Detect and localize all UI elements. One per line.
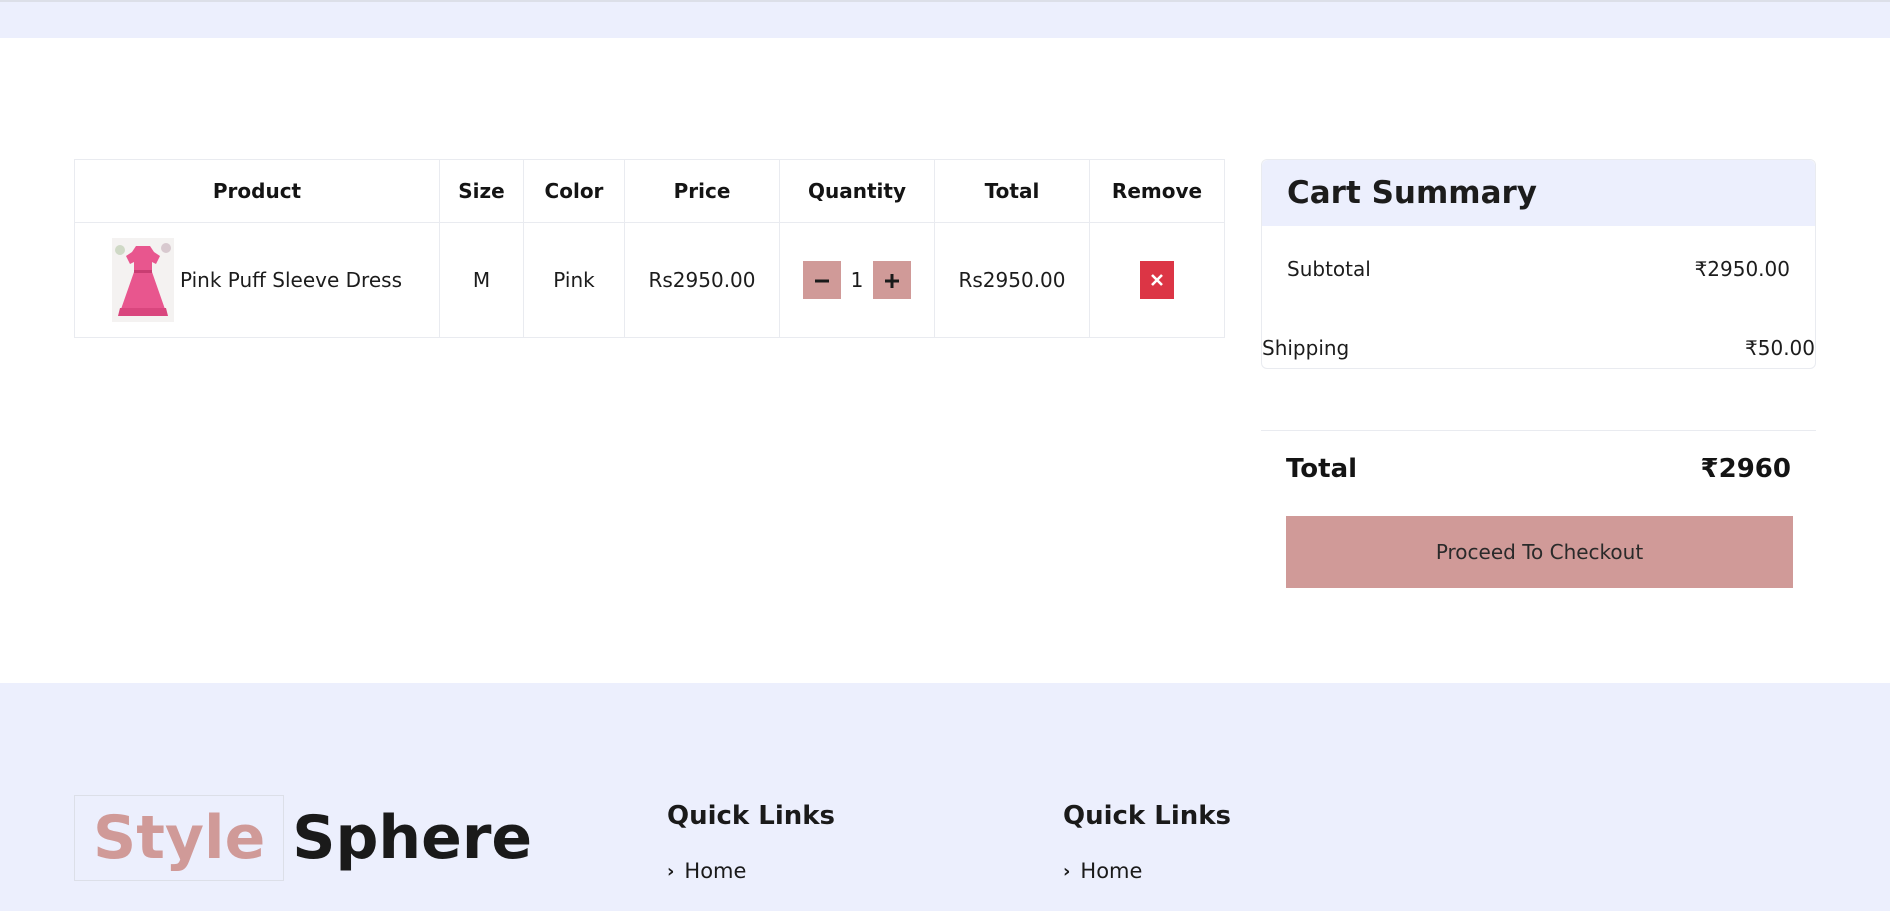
total-label: Total [1286,454,1358,484]
price-cell: Rs2950.00 [624,222,780,338]
line-total-cell: Rs2950.00 [934,222,1090,338]
column-header-remove: Remove [1089,159,1225,223]
decrease-quantity-button[interactable] [802,261,841,299]
remove-item-button[interactable] [1140,261,1174,299]
column-header-price: Price [624,159,780,223]
footer-link-label: Home [684,859,747,883]
shipping-value: ₹50.00 [1745,336,1815,360]
color-cell: Pink [523,222,625,338]
column-header-total: Total [934,159,1090,223]
size-cell: M [439,222,524,338]
footer-logo[interactable]: Style Sphere [74,795,532,881]
column-header-product: Product [74,159,440,223]
cart-summary: Cart Summary Subtotal ₹2950.00 Shipping … [1261,159,1816,588]
top-strip [0,0,1890,38]
minus-icon [814,279,829,283]
column-header-color: Color [523,159,625,223]
table-header-row: Product Size Color Price Quantity Total … [74,159,1225,223]
quick-links-title: Quick Links [1063,801,1232,831]
summary-title: Cart Summary [1262,160,1815,226]
chevron-right-icon: › [1063,860,1071,882]
chevron-right-icon: › [667,860,675,882]
product-cell: Pink Puff Sleeve Dress [74,222,440,338]
product-name[interactable]: Pink Puff Sleeve Dress [180,268,402,292]
table-row: Pink Puff Sleeve Dress M Pink Rs2950.00 … [74,222,1225,338]
quantity-cell: 1 [779,222,935,338]
pink-dress-image[interactable] [111,238,174,322]
summary-box: Cart Summary Subtotal ₹2950.00 Shipping … [1261,159,1816,369]
proceed-to-checkout-button[interactable]: Proceed To Checkout [1286,516,1793,588]
shipping-label: Shipping [1262,336,1350,360]
total-value: ₹2960 [1700,454,1791,484]
logo-part-style: Style [74,795,285,881]
footer: Style Sphere Quick Links › Home Quick Li… [0,683,1890,911]
column-header-quantity: Quantity [779,159,935,223]
plus-icon [885,274,900,288]
quick-links-column-2: Quick Links › Home [1063,801,1231,883]
close-icon [1151,273,1163,286]
column-header-size: Size [439,159,524,223]
increase-quantity-button[interactable] [873,261,912,299]
quick-links-title: Quick Links [667,801,836,831]
footer-link-label: Home [1080,859,1143,883]
logo-part-sphere: Sphere [292,803,533,873]
divider [1261,430,1816,431]
footer-link-home[interactable]: › Home [1063,859,1231,883]
cart-table: Product Size Color Price Quantity Total … [74,159,1225,338]
subtotal-label: Subtotal [1287,257,1371,281]
subtotal-value: ₹2950.00 [1694,257,1790,281]
footer-link-home[interactable]: › Home [667,859,835,883]
total-row: Total ₹2960 [1286,454,1791,484]
remove-cell [1089,222,1225,338]
quantity-stepper: 1 [781,261,933,299]
quantity-value: 1 [850,268,864,292]
quick-links-column-1: Quick Links › Home [667,801,835,883]
